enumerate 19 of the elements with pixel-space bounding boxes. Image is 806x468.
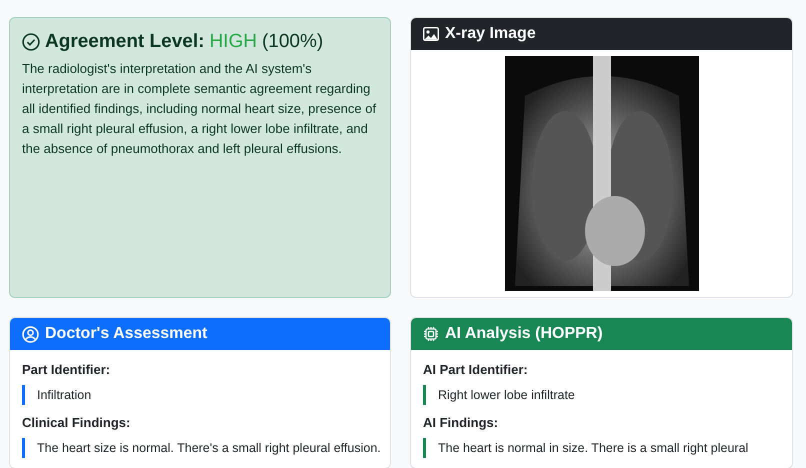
card-title: AI Analysis (HOPPR) [445,325,603,343]
user-circle-icon [22,326,39,342]
section-label: Clinical Findings: [22,415,132,430]
finding-text: The heart is normal in size. There is a small right pleural [423,438,786,458]
section-label: Part Identifier: [22,362,112,377]
image-icon [423,27,439,41]
card-title: Doctor's Assessment [45,325,208,343]
finding-text: Right lower lobe infiltrate [423,385,786,405]
agreement-level: HIGH [209,31,257,53]
finding-text: Infiltration [22,385,384,405]
section-label: AI Findings: [423,415,500,430]
agreement-percent: (100%) [262,31,324,53]
agreement-label: Agreement Level: [45,31,204,53]
agreement-summary: The radiologist's interpretation and the AI system's interpretation are in complete semantic agreement regarding all identified findings, including normal heart size, presence of a small right pleural effusion, a right lower lobe infiltrate, and the absence of pneumothorax and left pleural effusions. [22,60,378,158]
card-title: X-ray Image [445,25,536,43]
section-label: AI Part Identifier: [423,362,529,377]
chip-icon [423,326,439,342]
check-circle-icon [22,33,40,51]
finding-text: The heart size is normal. There's a small right pleural effusion. [22,438,384,458]
